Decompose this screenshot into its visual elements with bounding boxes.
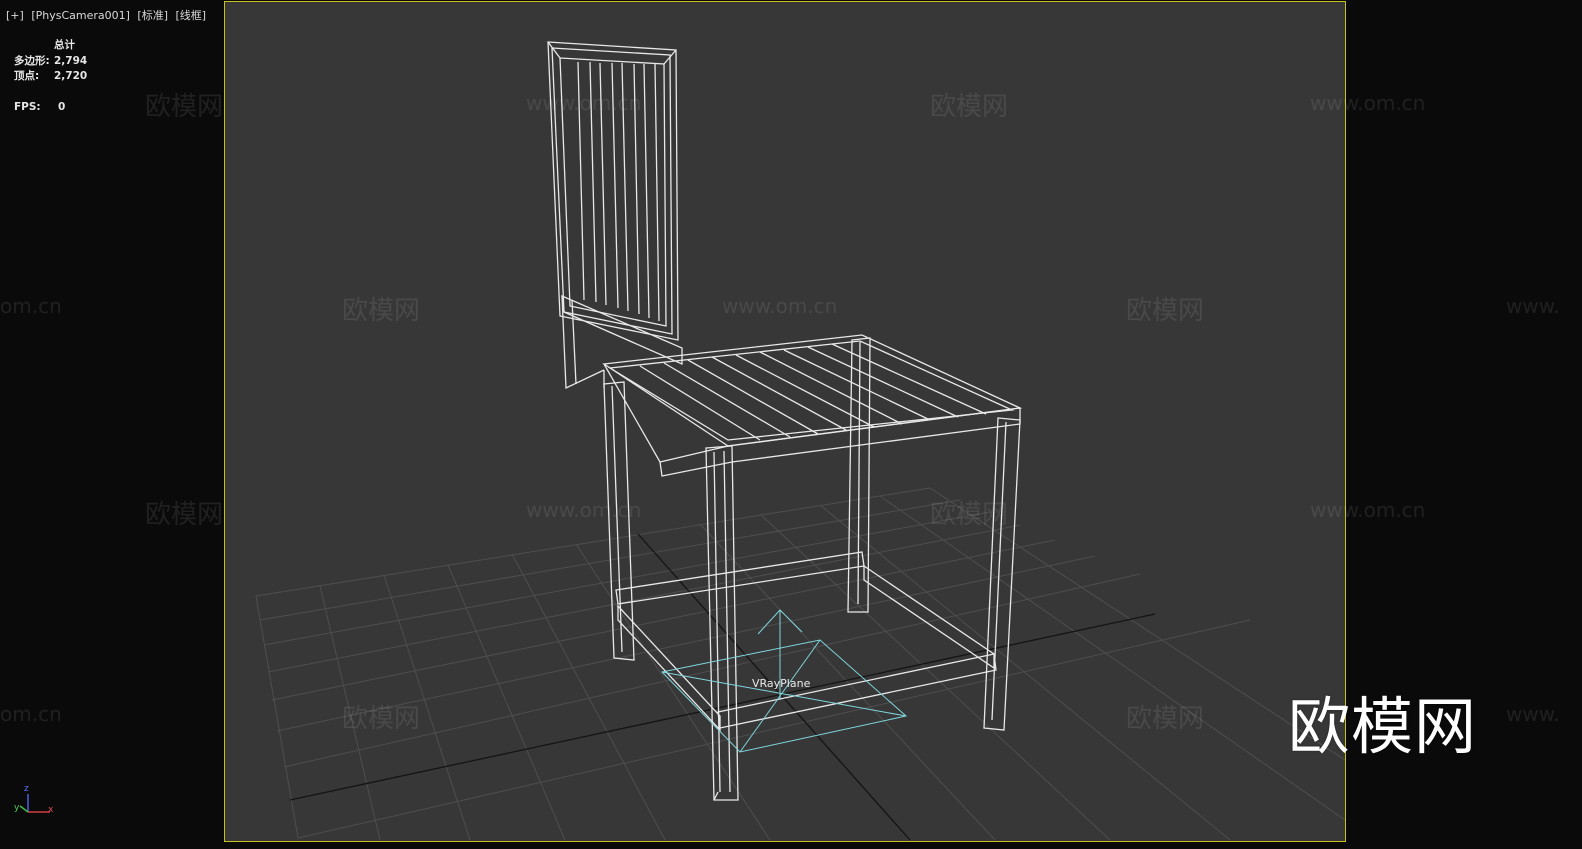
vray-plane-label: VRayPlane: [752, 677, 811, 690]
axis-y-label: y: [14, 803, 20, 813]
grid-main-axes: [289, 533, 1156, 841]
axis-z-label: z: [24, 784, 29, 794]
brand-logo: 欧模网: [1288, 690, 1478, 763]
axis-tripod: [19, 794, 50, 813]
axis-x-label: x: [48, 805, 54, 815]
home-grid: [255, 487, 1345, 841]
